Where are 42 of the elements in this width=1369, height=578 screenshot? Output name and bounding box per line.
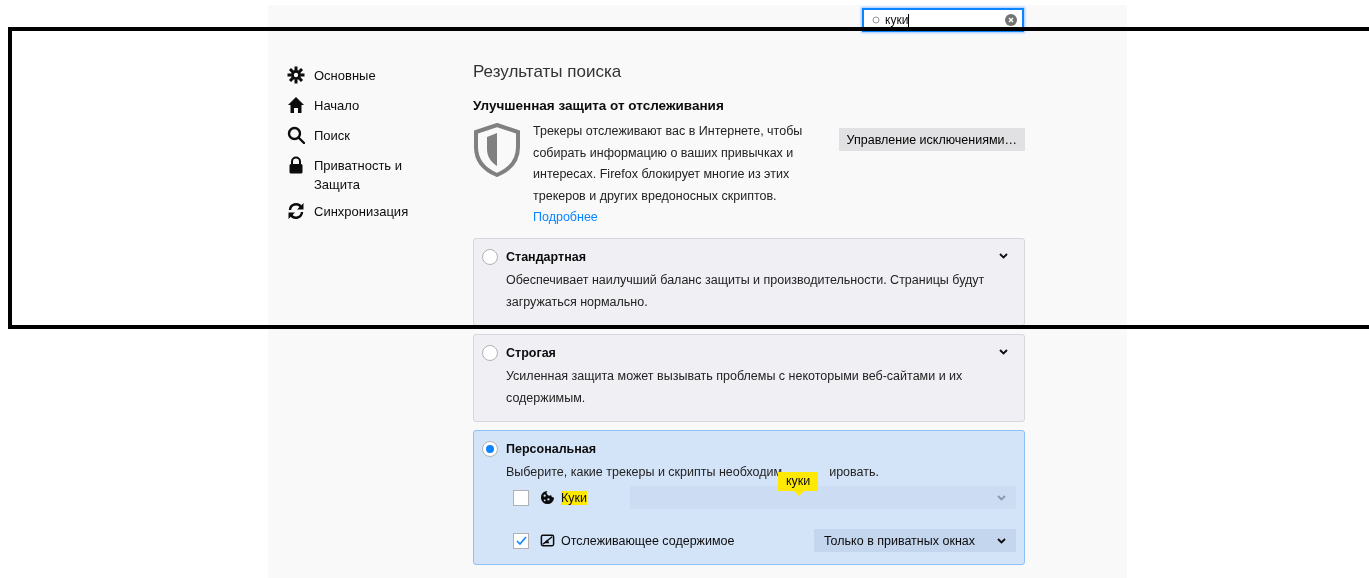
tracking-icon	[540, 533, 555, 548]
shield-icon	[473, 123, 521, 177]
search-icon	[287, 126, 305, 144]
search-tooltip: куки	[778, 472, 819, 496]
lock-icon	[287, 156, 305, 174]
option-description: ировать.	[829, 464, 879, 481]
manage-exceptions-button[interactable]: Управление исключениями…	[838, 128, 1025, 151]
sidebar-item[interactable]: Синхронизация	[287, 198, 473, 228]
sidebar-item[interactable]: Основные	[287, 62, 473, 92]
sync-icon	[287, 202, 305, 220]
home-icon	[287, 96, 305, 114]
option-title: Персональная	[506, 442, 597, 456]
cookie-icon	[540, 490, 555, 505]
option-card[interactable]: Персональная Выберите, какие трекеры и скрипты необходим ировать. куки Куки Отслеживающее содержимое Только в приватных окнах	[473, 430, 1025, 565]
option-description: Усиленная защита может вызывать проблемы с некоторыми веб-сайтами и их содержимым.	[506, 368, 964, 407]
checkbox[interactable]	[513, 532, 529, 549]
option-description: Обеспечивает наилучший баланс защиты и производительности. Страницы будут загружаться нормально.	[506, 272, 986, 311]
sidebar-item[interactable]: Приватность и Защита	[287, 152, 473, 198]
option-card[interactable]: Строгая Усиленная защита может вызывать проблемы с некоторыми веб-сайтами и их содержимым.	[473, 334, 1025, 422]
radio-button[interactable]	[482, 345, 498, 361]
clear-icon[interactable]	[1005, 14, 1017, 26]
learn-more-link[interactable]: Подробнее	[533, 207, 598, 228]
sidebar-item[interactable]: Поиск	[287, 122, 473, 152]
chevron-icon	[997, 537, 1006, 544]
setting-label: Отслеживающее содержимое	[561, 533, 735, 548]
page-title: Результаты поиска	[473, 62, 623, 82]
chevron-icon[interactable]	[999, 349, 1008, 355]
setting-label: Куки	[561, 490, 587, 505]
gear-icon	[287, 66, 305, 84]
radio-button[interactable]	[482, 441, 498, 457]
option-title: Строгая	[506, 346, 556, 360]
description-text: Трекеры отслеживают вас в Интернете, чтобы собирать информацию о ваших привычках и интересах. Firefox блокирует многие из этих трекеров и других вредоносных скриптов.	[533, 123, 804, 205]
option-card[interactable]: Стандартная Обеспечивает наилучший баланс защиты и производительности. Страницы будут загружаться нормально.	[473, 238, 1025, 326]
sidebar-item[interactable]: Начало	[287, 92, 473, 122]
checkbox[interactable]	[513, 489, 529, 506]
chevron-icon[interactable]	[999, 253, 1008, 259]
option-title: Стандартная	[506, 250, 586, 264]
section-title: Улучшенная защита от отслеживания	[473, 98, 725, 113]
radio-button[interactable]	[482, 249, 498, 265]
search-icon	[872, 15, 881, 25]
chevron-icon	[997, 494, 1006, 501]
dropdown[interactable]: Только в приватных окнах	[813, 529, 1016, 552]
